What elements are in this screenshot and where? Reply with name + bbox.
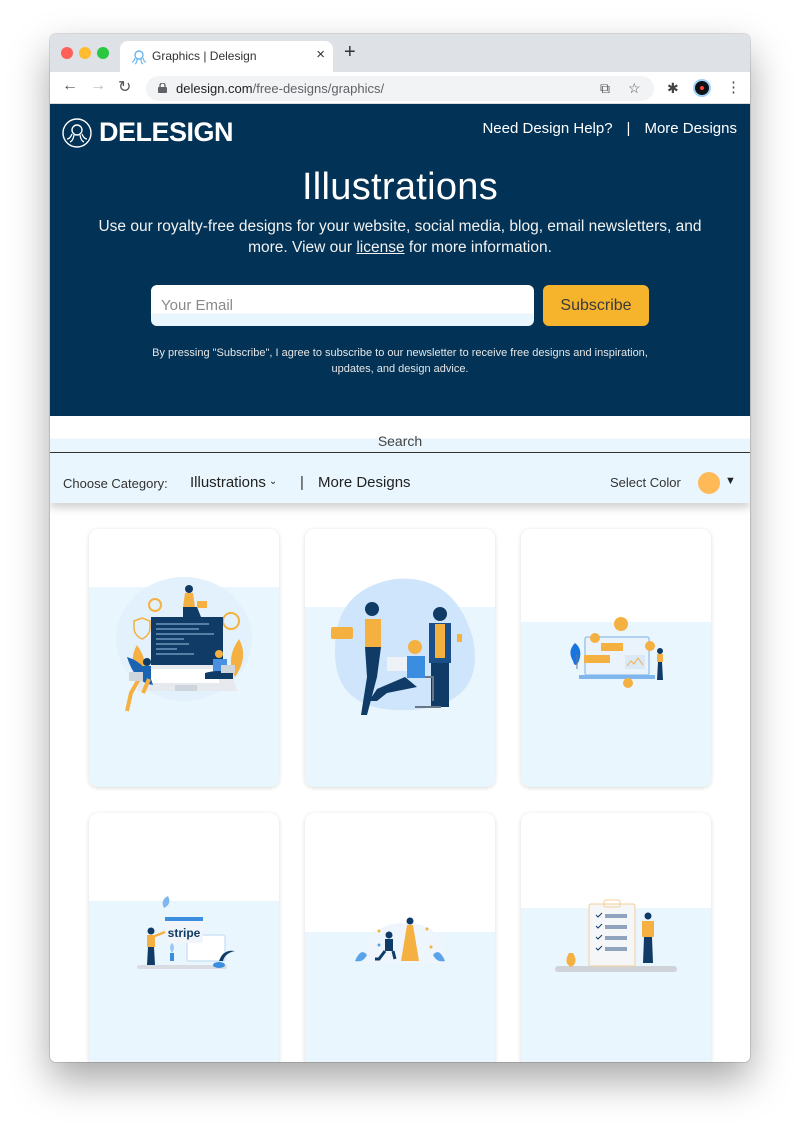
design-card[interactable] (305, 813, 495, 1062)
translate-icon[interactable]: ⧉ (600, 80, 610, 97)
design-card[interactable] (521, 813, 711, 1062)
filter-bar: Choose Category: Illustrations ⌄ | More D… (50, 453, 750, 503)
lock-icon (158, 83, 167, 93)
checklist-illustration-icon (555, 899, 677, 972)
page-title: Illustrations (301, 166, 499, 208)
stripe-payment-illustration-icon: stripe (137, 896, 235, 969)
close-window-button[interactable] (61, 47, 73, 59)
delesign-logo[interactable]: DELESIGN (62, 117, 234, 148)
category-value: Illustrations (190, 474, 266, 491)
design-card[interactable]: stripe (89, 813, 279, 1062)
page-content: DELESIGN Need Design Help? | More Design… (50, 104, 750, 1062)
search-label: Search (377, 433, 423, 449)
browser-menu-icon[interactable]: ⋮ (726, 78, 741, 96)
url-domain: delesign.com (176, 81, 253, 96)
octopus-logo-icon (62, 117, 92, 148)
url-text[interactable]: delesign.com/free-designs/graphics/ (176, 81, 384, 96)
url-path: /free-designs/graphics/ (252, 81, 385, 96)
choose-category-label: Choose Category: (63, 476, 168, 491)
minimize-window-button[interactable] (79, 47, 91, 59)
browser-tab[interactable]: Graphics | Delesign × (120, 41, 333, 72)
profile-avatar-icon[interactable] (693, 79, 711, 97)
chevron-down-icon: ⌄ (268, 476, 278, 487)
select-color-label: Select Color (610, 475, 681, 490)
desc-text-after: for more information. (404, 239, 552, 256)
category-dropdown[interactable]: Illustrations ⌄ (190, 474, 277, 491)
filter-separator: | (300, 474, 304, 491)
browser-toolbar: ← → ↻ delesign.com/free-designs/graphics… (50, 72, 750, 104)
crypto-dashboard-illustration-icon (570, 617, 663, 688)
need-design-help-link[interactable]: Need Design Help? (482, 120, 612, 137)
proposal-illustration-icon (355, 917, 445, 963)
nav-separator: | (626, 120, 631, 137)
maximize-window-button[interactable] (97, 47, 109, 59)
close-tab-icon[interactable]: × (316, 46, 325, 63)
forward-arrow-icon[interactable]: → (90, 77, 106, 95)
more-designs-filter-link[interactable]: More Designs (318, 474, 411, 491)
design-card[interactable] (305, 529, 495, 787)
more-designs-link[interactable]: More Designs (644, 120, 737, 137)
tab-strip: Graphics | Delesign × + (50, 34, 750, 72)
design-card[interactable] (89, 529, 279, 787)
top-nav: Need Design Help? | More Designs (482, 120, 737, 137)
team-collaboration-illustration-icon (331, 578, 475, 715)
design-card[interactable] (521, 529, 711, 787)
hero-description: Use our royalty-free designs for your we… (80, 216, 720, 258)
logo-text: DELESIGN (99, 117, 234, 147)
email-input[interactable] (151, 285, 534, 326)
search-input[interactable]: Search (50, 416, 750, 453)
back-arrow-icon[interactable]: ← (62, 77, 78, 95)
tab-title: Graphics | Delesign (152, 49, 257, 63)
bookmark-star-icon[interactable]: ☆ (628, 80, 641, 97)
extensions-puzzle-icon[interactable]: ✱ (667, 80, 679, 97)
stripe-text: stripe (168, 926, 201, 940)
reload-icon[interactable]: ↻ (118, 77, 131, 97)
browser-window: Graphics | Delesign × + ← → ↻ delesign.c… (50, 34, 750, 1062)
new-tab-button[interactable]: + (344, 42, 356, 62)
address-bar[interactable]: delesign.com/free-designs/graphics/ ⧉ ☆ (146, 76, 654, 101)
laptop-team-illustration-icon (116, 577, 252, 712)
caret-down-icon[interactable]: ▼ (725, 475, 736, 487)
hero-section: DELESIGN Need Design Help? | More Design… (50, 104, 750, 416)
consent-text: By pressing "Subscribe", I agree to subs… (152, 347, 648, 375)
octopus-favicon-icon (131, 50, 147, 65)
color-swatch[interactable] (698, 472, 720, 494)
license-link[interactable]: license (356, 239, 404, 256)
subscribe-button[interactable]: Subscribe (543, 285, 649, 326)
